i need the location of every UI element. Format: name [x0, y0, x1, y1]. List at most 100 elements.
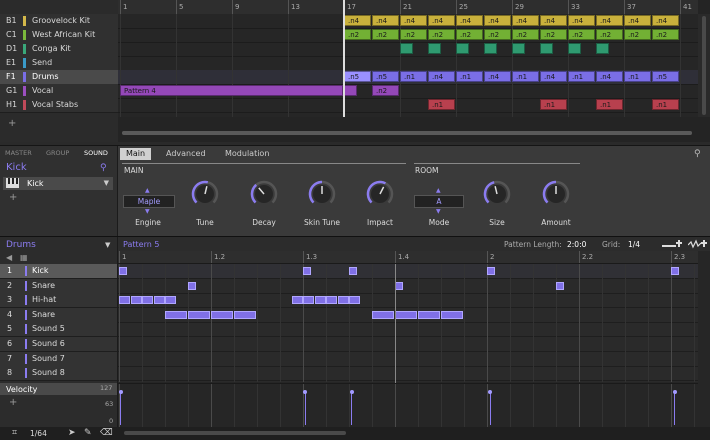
arranger-clip[interactable]: .n4: [596, 71, 623, 82]
note-lane[interactable]: [118, 366, 698, 382]
note[interactable]: [291, 296, 303, 305]
knob-control[interactable]: Size: [467, 180, 527, 230]
arranger-clip[interactable]: .n2: [344, 29, 371, 40]
arranger-clip[interactable]: .n5: [652, 71, 679, 82]
knob-control[interactable]: Amount: [526, 180, 586, 230]
knob-icon[interactable]: [308, 180, 336, 208]
pattern-length-value[interactable]: 2:0:0: [567, 240, 586, 249]
arranger-clip[interactable]: .n2: [624, 29, 651, 40]
tab-advanced[interactable]: Advanced: [160, 148, 212, 160]
arranger-clip[interactable]: .n5: [372, 71, 399, 82]
arranger-clip[interactable]: [484, 43, 497, 54]
knob-control[interactable]: Decay: [234, 180, 294, 230]
pattern-name[interactable]: Pattern 5: [123, 240, 159, 249]
waveform-zoom-icon[interactable]: [688, 239, 708, 249]
group-row[interactable]: H1 Vocal Stabs: [0, 98, 118, 113]
pencil-tool-icon[interactable]: ✎: [84, 428, 92, 438]
arranger-clip[interactable]: [344, 85, 357, 96]
knob-icon[interactable]: [191, 180, 219, 208]
group-row[interactable]: F1 Drums: [0, 70, 118, 85]
arranger-clip[interactable]: .n1: [568, 71, 595, 82]
velocity-lane[interactable]: [118, 383, 698, 428]
arranger-playhead[interactable]: [343, 0, 345, 117]
note-lane[interactable]: [118, 264, 698, 279]
velocity-handle[interactable]: [672, 390, 677, 394]
arranger-clip[interactable]: [428, 43, 441, 54]
note-lane[interactable]: [118, 293, 698, 309]
pattern-zoom-icon[interactable]: [662, 239, 684, 249]
arranger-vertical-scrollbar[interactable]: [698, 14, 710, 117]
velocity-handle[interactable]: [118, 390, 123, 394]
arranger-clip[interactable]: .n2: [428, 29, 455, 40]
knob-icon[interactable]: [366, 180, 394, 208]
arranger-clip[interactable]: .n4: [512, 15, 539, 26]
note[interactable]: [188, 281, 196, 290]
arranger-clip[interactable]: .n4: [624, 15, 651, 26]
arranger-clip[interactable]: .n2: [596, 29, 623, 40]
note[interactable]: [303, 267, 311, 275]
arranger-clip[interactable]: [568, 43, 581, 54]
note[interactable]: [165, 310, 187, 319]
eraser-tool-icon[interactable]: ⌫: [100, 428, 113, 438]
arranger-clip[interactable]: .n1: [652, 99, 679, 110]
sound-slot[interactable]: Kick ▼: [3, 177, 113, 190]
note[interactable]: [119, 296, 130, 305]
sound-row[interactable]: 6 Sound 6: [0, 337, 117, 352]
arranger-clip[interactable]: .n4: [484, 71, 511, 82]
arranger-clip[interactable]: .n4: [596, 15, 623, 26]
note[interactable]: [441, 310, 463, 319]
note[interactable]: [418, 310, 440, 319]
arranger-clip[interactable]: .n4: [400, 15, 427, 26]
tab-master[interactable]: MASTER: [5, 149, 32, 157]
arranger-clip[interactable]: .n4: [568, 15, 595, 26]
arranger-clip[interactable]: .n1: [596, 99, 623, 110]
arranger-clip[interactable]: .n4: [540, 15, 567, 26]
knob-icon[interactable]: [250, 180, 278, 208]
chevron-down-icon[interactable]: ▼: [105, 241, 110, 249]
knob-control[interactable]: Tune: [175, 180, 235, 230]
note[interactable]: [556, 281, 564, 290]
arranger-clip[interactable]: .n1: [428, 99, 455, 110]
group-row[interactable]: E1 Send: [0, 56, 118, 71]
arranger-clip[interactable]: .n4: [456, 15, 483, 26]
note[interactable]: [142, 296, 153, 305]
note-grid[interactable]: [118, 264, 698, 382]
velocity-bar[interactable]: [304, 392, 306, 425]
search-icon[interactable]: ⚲: [100, 163, 107, 173]
note[interactable]: [487, 267, 495, 275]
note[interactable]: [188, 310, 210, 319]
knob-icon[interactable]: [542, 180, 570, 208]
arranger-clip[interactable]: .n1: [456, 71, 483, 82]
arranger-clip[interactable]: [400, 43, 413, 54]
group-row[interactable]: C1 West African Kit: [0, 28, 118, 43]
group-row[interactable]: D1 Conga Kit: [0, 42, 118, 57]
arranger-clip[interactable]: Pattern 4: [120, 85, 343, 96]
arranger-clip[interactable]: .n4: [484, 15, 511, 26]
knob-icon[interactable]: [483, 180, 511, 208]
velocity-handle[interactable]: [488, 390, 493, 394]
velocity-bar[interactable]: [120, 392, 121, 425]
arranger-clip[interactable]: .n4: [652, 15, 679, 26]
tab-main[interactable]: Main: [120, 148, 152, 160]
arranger-clip[interactable]: .n1: [624, 71, 651, 82]
knob-control[interactable]: Impact: [350, 180, 410, 230]
arranger-clip[interactable]: .n1: [512, 71, 539, 82]
note[interactable]: [326, 296, 337, 305]
group-row[interactable]: G1 Vocal: [0, 84, 118, 99]
note[interactable]: [130, 296, 142, 305]
velocity-bar[interactable]: [489, 392, 491, 425]
arranger-clip[interactable]: .n2: [568, 29, 595, 40]
note[interactable]: [395, 281, 403, 290]
arranger-clip[interactable]: .n4: [540, 71, 567, 82]
sound-row[interactable]: 3 Hi-hat: [0, 293, 117, 309]
engine-selector[interactable]: Maple: [123, 195, 175, 208]
arranger-lane[interactable]: [118, 56, 698, 71]
arranger-ruler[interactable]: 1 5 9 13 17 21 25 29 33 37 41: [118, 0, 698, 15]
note[interactable]: [395, 310, 417, 319]
note[interactable]: [303, 296, 314, 305]
velocity-handle[interactable]: [303, 390, 308, 394]
note-lane[interactable]: [118, 322, 698, 338]
chevron-down-icon[interactable]: ▼: [104, 179, 109, 187]
velocity-bar[interactable]: [351, 392, 352, 425]
arranger-clip[interactable]: .n4: [428, 15, 455, 26]
